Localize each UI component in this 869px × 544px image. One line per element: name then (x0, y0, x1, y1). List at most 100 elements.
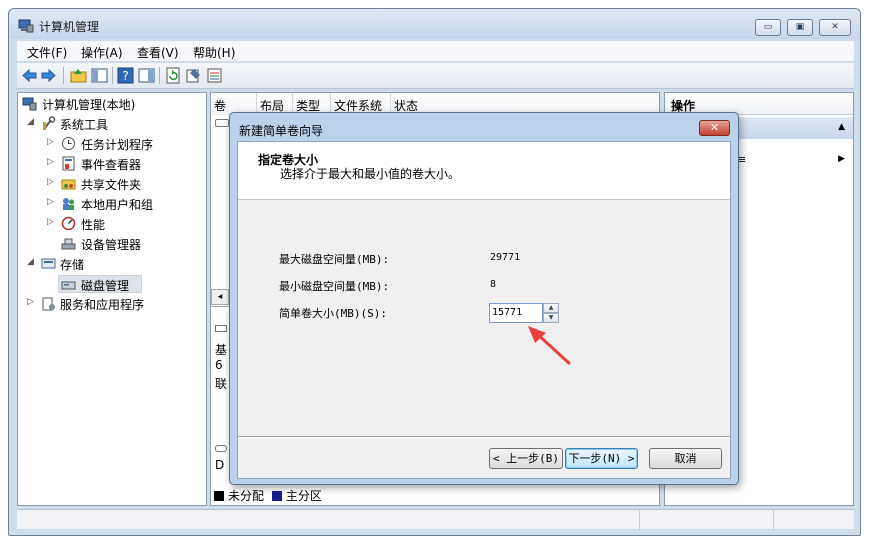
shared-folder-icon (61, 179, 76, 190)
tree-item-label: 设备管理器 (81, 238, 142, 252)
collapsed-arrow-icon[interactable]: ▷ (47, 217, 54, 227)
annotation-arrow (528, 326, 572, 366)
disk-label-fragment: 6 (215, 358, 223, 372)
help-icon[interactable]: ? (117, 67, 134, 84)
legend-swatch (214, 491, 224, 501)
export-icon[interactable] (206, 67, 223, 84)
collapsed-arrow-icon[interactable]: ▷ (47, 197, 54, 207)
legend-label: 主分区 (285, 489, 322, 503)
tree-item-label: 性能 (81, 218, 106, 232)
menu-action[interactable]: 操作(A) (81, 44, 123, 61)
volume-drive-icon (215, 119, 229, 127)
tree-item-disk-management[interactable]: 磁盘管理 (58, 275, 142, 293)
max-space-label: 最大磁盘空间量(MB): (279, 253, 390, 266)
volume-size-label: 简单卷大小(MB)(S): (279, 307, 387, 320)
status-section (773, 510, 854, 530)
menu-bar: 文件(F) 操作(A) 查看(V) 帮助(H) (17, 41, 854, 61)
menu-help[interactable]: 帮助(H) (193, 44, 235, 61)
collapsed-arrow-icon[interactable]: ▷ (47, 177, 54, 187)
new-simple-volume-wizard: 新建简单卷向导 ✕ 指定卷大小 选择介于最大和最小值的卷大小。 最大磁盘空间量(… (229, 112, 739, 485)
tree-item-performance[interactable]: ▷ 性能 (18, 215, 204, 233)
submenu-arrow-icon[interactable]: ▶ (838, 154, 845, 164)
spin-down-button[interactable]: ▼ (543, 313, 559, 323)
legend-primary: 主分区 (271, 489, 322, 503)
disk-legend: 未分配 主分区 (214, 487, 322, 504)
computer-management-icon (18, 19, 34, 33)
tree-item-label: 系统工具 (60, 118, 109, 132)
collapsed-arrow-icon[interactable]: ▷ (47, 137, 54, 147)
min-space-label: 最小磁盘空间量(MB): (279, 280, 390, 293)
next-button[interactable]: 下一步(N) > (565, 448, 638, 469)
menu-view[interactable]: 查看(V) (137, 44, 179, 61)
tree-item-label: 存储 (60, 258, 85, 272)
max-space-value: 29771 (490, 252, 521, 263)
minimize-button[interactable]: ▭ (755, 19, 781, 36)
status-section (639, 510, 773, 530)
tree-root-label: 计算机管理(本地) (42, 98, 136, 112)
spin-up-button[interactable]: ▲ (543, 303, 559, 313)
tree-item-label: 本地用户和组 (81, 198, 154, 212)
window-title: 计算机管理 (39, 20, 100, 34)
console-tree: 计算机管理(本地) ◢ 系统工具 ▷ 任务计划程序 ▷ 事件查看器 ▷ 共享文件… (17, 92, 207, 506)
tree-item-device-manager[interactable]: 设备管理器 (18, 235, 204, 253)
legend-swatch (271, 491, 282, 501)
tree-item-event-viewer[interactable]: ▷ 事件查看器 (18, 155, 204, 173)
computer-management-icon (22, 97, 37, 111)
performance-icon (61, 216, 76, 231)
disk-icon (215, 445, 227, 452)
disk-label-fragment: 联 (215, 377, 228, 391)
legend-label: 未分配 (228, 489, 265, 503)
wizard-page: 指定卷大小 选择介于最大和最小值的卷大小。 最大磁盘空间量(MB): 29771… (237, 141, 731, 479)
device-manager-icon (61, 238, 76, 250)
volume-size-input[interactable]: 15771 (489, 303, 543, 323)
wizard-subheading: 选择介于最大和最小值的卷大小。 (280, 167, 461, 181)
clock-icon (62, 137, 75, 150)
tree-item-label: 磁盘管理 (81, 279, 130, 293)
event-viewer-icon (62, 156, 75, 171)
legend-unallocated: 未分配 (214, 489, 264, 503)
maximize-button[interactable]: ▣ (787, 19, 813, 36)
refresh-icon[interactable] (165, 67, 182, 84)
menu-file[interactable]: 文件(F) (27, 44, 67, 61)
tree-item-system-tools[interactable]: ◢ 系统工具 (18, 115, 204, 133)
tree-root[interactable]: 计算机管理(本地) (20, 95, 206, 113)
forward-arrow-icon[interactable] (40, 67, 57, 84)
back-arrow-icon[interactable] (21, 67, 38, 84)
tree-item-local-users[interactable]: ▷ 本地用户和组 (18, 195, 204, 213)
toolbar-separator (112, 67, 113, 84)
expanded-arrow-icon[interactable]: ◢ (27, 257, 34, 267)
scroll-left-button[interactable]: ◂ (211, 289, 229, 305)
close-button[interactable]: ✕ (819, 19, 851, 36)
tree-item-storage[interactable]: ◢ 存储 (18, 255, 204, 273)
tree-item-label: 事件查看器 (81, 158, 142, 172)
status-bar (17, 509, 854, 530)
tree-item-label: 任务计划程序 (81, 138, 154, 152)
show-tree-icon[interactable] (91, 67, 108, 84)
disk-icon (61, 281, 76, 290)
title-bar: 计算机管理 ▭ ▣ ✕ (9, 9, 860, 39)
dialog-close-button[interactable]: ✕ (699, 120, 730, 136)
collapse-up-icon[interactable]: ▲ (838, 122, 845, 132)
svg-text:?: ? (122, 69, 128, 83)
wizard-header: 指定卷大小 选择介于最大和最小值的卷大小。 (238, 142, 730, 200)
disk-label-fragment: D (215, 458, 225, 472)
properties-icon[interactable] (185, 67, 202, 84)
action-pane-icon[interactable] (138, 67, 155, 84)
tree-item-label: 共享文件夹 (81, 178, 142, 192)
collapsed-arrow-icon[interactable]: ▷ (27, 297, 34, 307)
expanded-arrow-icon[interactable]: ◢ (27, 117, 34, 127)
storage-icon (41, 258, 56, 269)
tree-item-services-apps[interactable]: ▷ 服务和应用程序 (18, 295, 204, 313)
toolbar-separator (63, 67, 64, 84)
collapsed-arrow-icon[interactable]: ▷ (47, 157, 54, 167)
users-icon (63, 198, 74, 210)
up-folder-icon[interactable] (70, 67, 87, 84)
tools-icon (43, 116, 56, 130)
back-button[interactable]: < 上一步(B) (489, 448, 563, 469)
min-space-value: 8 (490, 279, 497, 290)
toolbar: ? (17, 63, 854, 89)
cancel-button[interactable]: 取消 (649, 448, 722, 469)
disk-icon (215, 325, 227, 332)
tree-item-task-scheduler[interactable]: ▷ 任务计划程序 (18, 135, 204, 153)
tree-item-shared-folders[interactable]: ▷ 共享文件夹 (18, 175, 204, 193)
